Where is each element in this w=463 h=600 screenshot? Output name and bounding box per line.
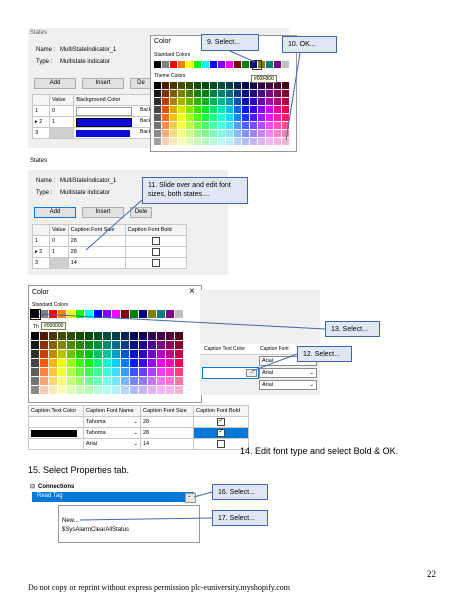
callout-connectors [37,50,326,521]
